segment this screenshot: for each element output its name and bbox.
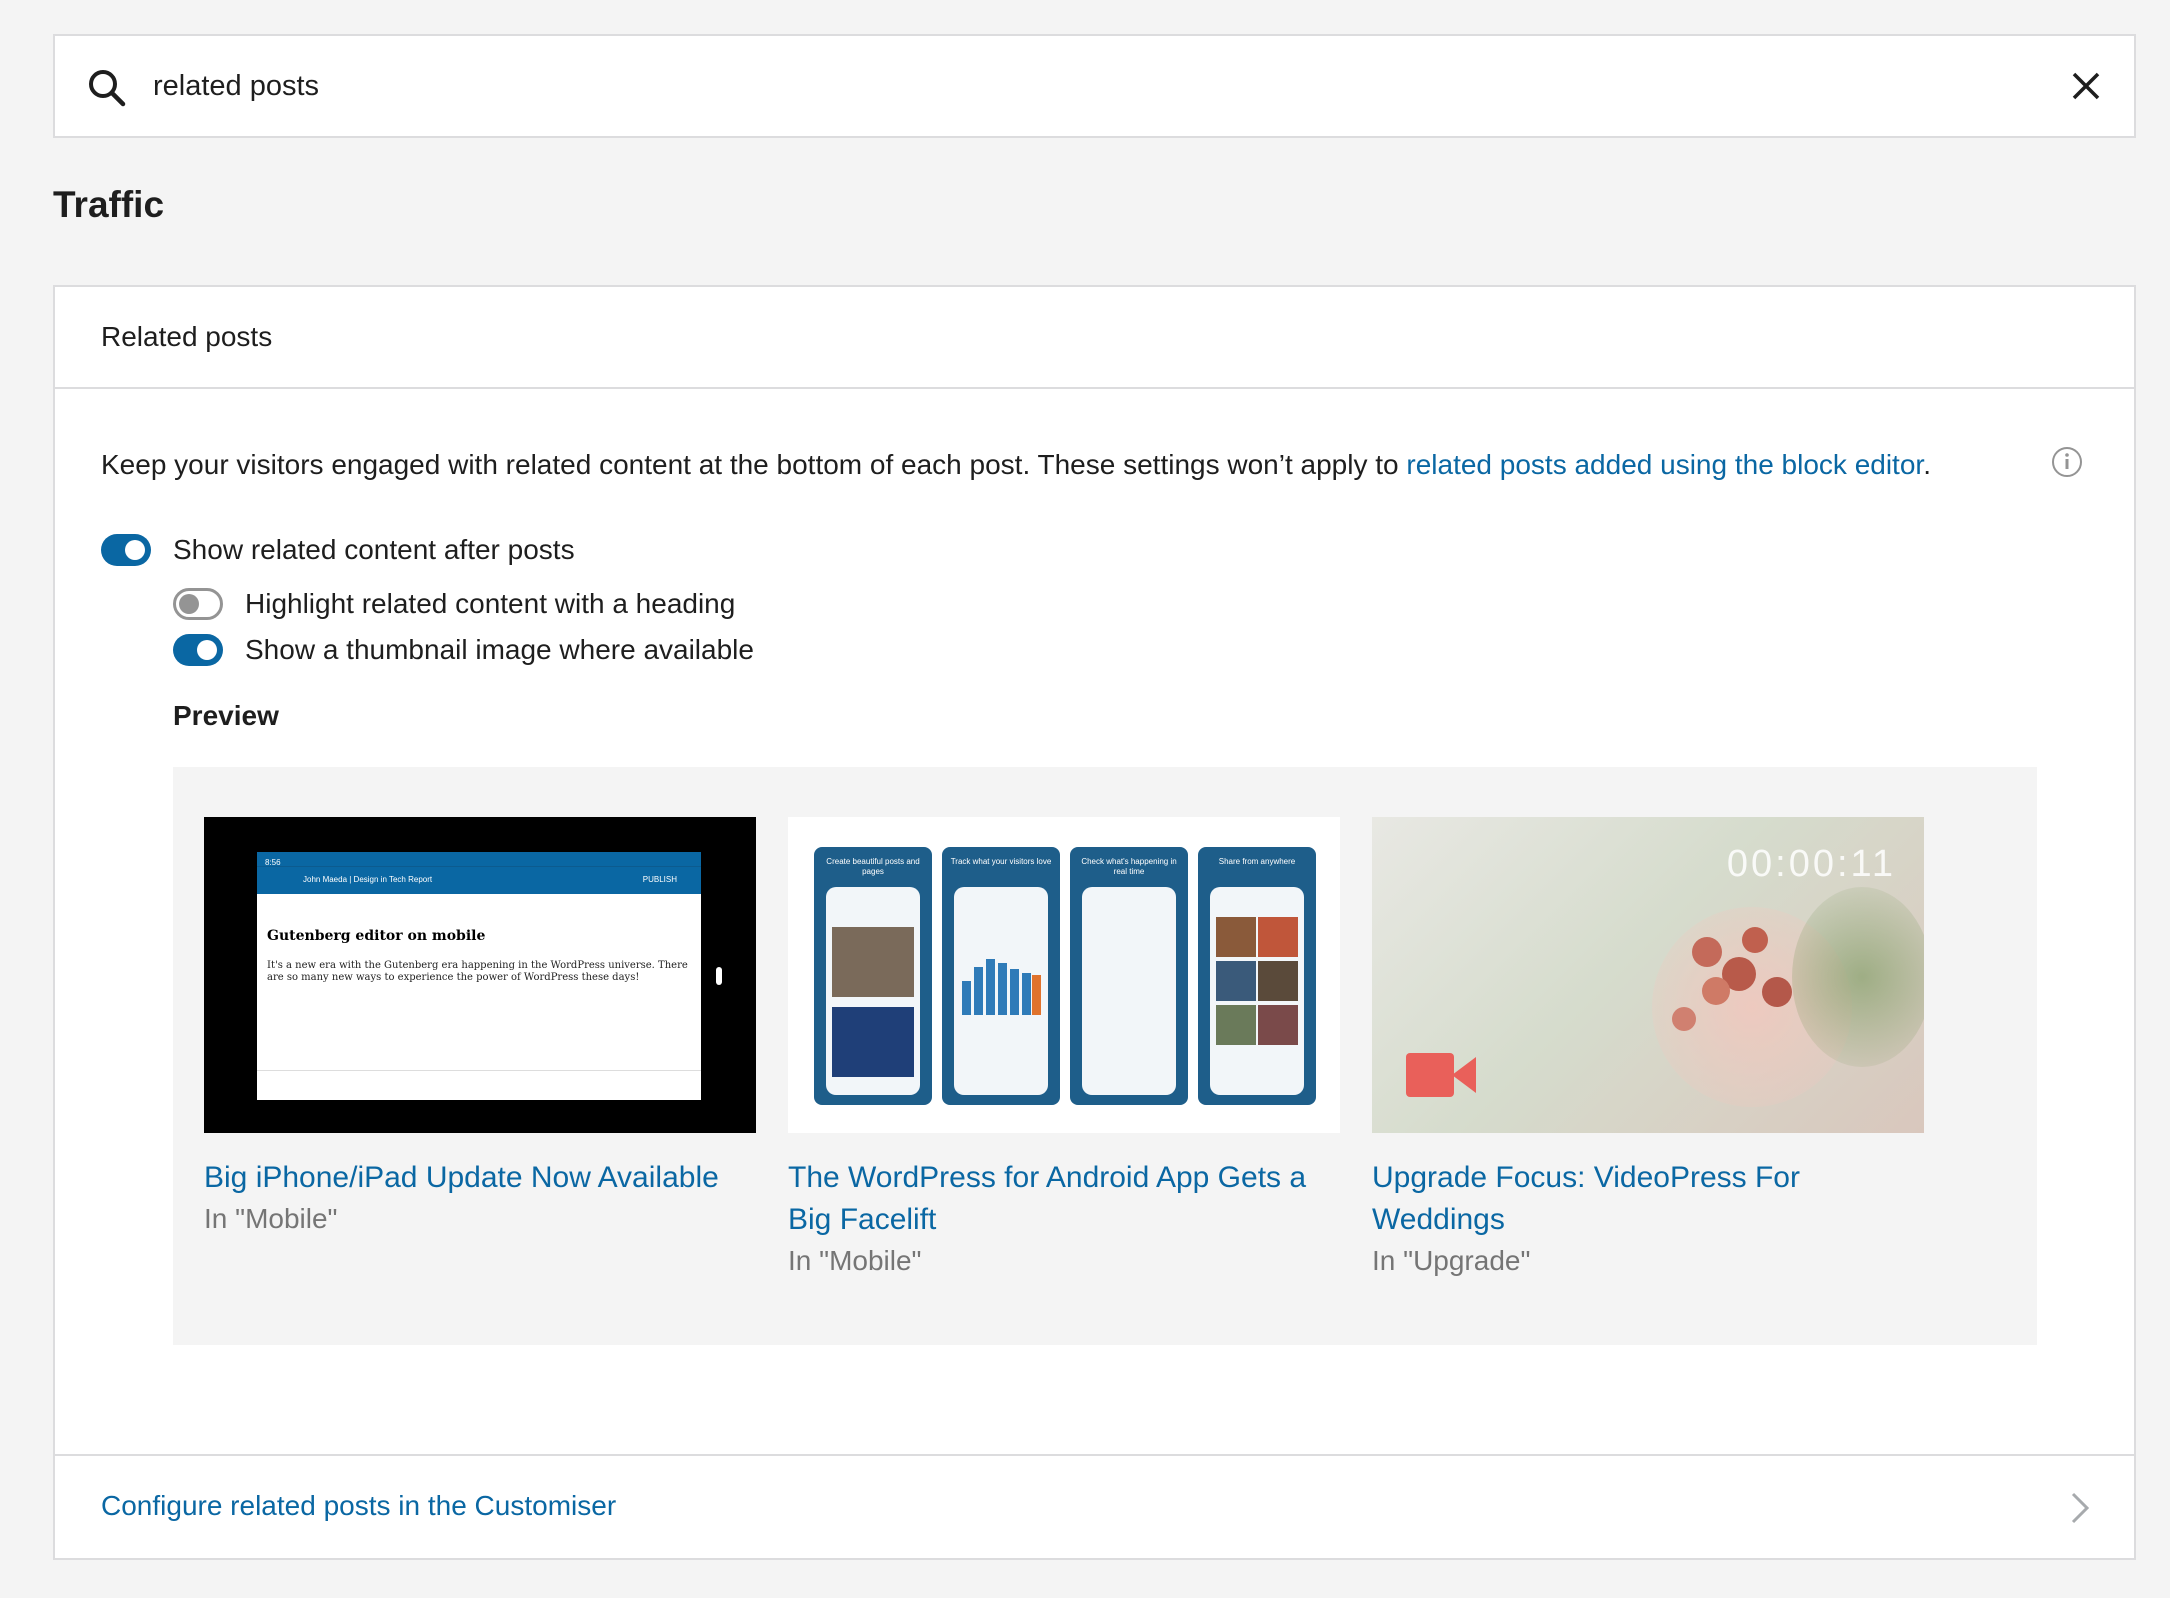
related-posts-card: Related posts Keep your visitors engaged… — [53, 285, 2136, 1560]
app-screen-2: Track what your visitors love — [942, 847, 1060, 1105]
preview-label: Preview — [173, 700, 279, 731]
description-text: Keep your visitors engaged with related … — [101, 449, 1407, 480]
show-related-toggle[interactable] — [101, 534, 151, 566]
search-bar — [53, 34, 2136, 138]
app-caption: Track what your visitors love — [950, 857, 1052, 866]
phone-screenshot: 8:56 John Maeda | Design in Tech Report … — [257, 852, 701, 1100]
card-header: Related posts — [55, 287, 2134, 389]
post-thumbnail[interactable]: 00:00:11 — [1372, 817, 1924, 1133]
card-footer[interactable]: Configure related posts in the Customise… — [55, 1454, 2134, 1558]
post-thumbnail[interactable]: Create beautiful posts and pages Track w… — [788, 817, 1340, 1133]
app-screen-4: Share from anywhere — [1198, 847, 1316, 1105]
configure-customiser-link[interactable]: Configure related posts in the Customise… — [101, 1490, 616, 1522]
section-title: Traffic — [53, 184, 165, 225]
close-icon[interactable] — [2066, 66, 2106, 106]
phone-body: It's a new era with the Gutenberg era ha… — [267, 960, 688, 983]
card-title: Related posts — [101, 321, 273, 352]
post-title[interactable]: The WordPress for Android App Gets a Big… — [788, 1157, 1340, 1241]
preview-box: 8:56 John Maeda | Design in Tech Report … — [173, 767, 2037, 1345]
related-post-2: Create beautiful posts and pages Track w… — [788, 817, 1340, 1281]
video-timer: 00:00:11 — [1726, 843, 1896, 885]
related-post-3: 00:00:11 Upgrade Focus: VideoPress For W… — [1372, 817, 1924, 1281]
toggle-label: Highlight related content with a heading — [245, 588, 736, 619]
post-category: In "Mobile" — [204, 1203, 338, 1234]
toggle-label: Show a thumbnail image where available — [245, 634, 754, 665]
phone-app-bar: John Maeda | Design in Tech Report PUBLI… — [257, 866, 701, 894]
phone-toolbar — [257, 1070, 701, 1100]
toggle-row-highlight-heading: Highlight related content with a heading — [173, 588, 735, 620]
post-category: In "Mobile" — [788, 1245, 922, 1276]
description-end: . — [1923, 449, 1931, 480]
search-icon[interactable] — [85, 66, 129, 110]
search-input[interactable] — [153, 56, 2003, 116]
info-icon[interactable] — [2050, 445, 2084, 479]
phone-heading: Gutenberg editor on mobile — [267, 928, 486, 944]
post-title[interactable]: Upgrade Focus: VideoPress For Weddings — [1372, 1157, 1924, 1241]
app-screen-1: Create beautiful posts and pages — [814, 847, 932, 1105]
toggle-row-show-related: Show related content after posts — [101, 534, 575, 566]
related-post-1: 8:56 John Maeda | Design in Tech Report … — [204, 817, 756, 1239]
description: Keep your visitors engaged with related … — [101, 447, 2091, 483]
app-caption: Check what's happening in real time — [1081, 857, 1177, 876]
post-category: In "Upgrade" — [1372, 1245, 1531, 1276]
highlight-heading-toggle[interactable] — [173, 588, 223, 620]
block-editor-link[interactable]: related posts added using the block edit… — [1406, 449, 1923, 480]
phone-scroll-handle — [716, 967, 722, 985]
phone-status-bar: 8:56 — [257, 852, 701, 867]
phone-bar-title: John Maeda | Design in Tech Report — [303, 875, 433, 884]
app-caption: Share from anywhere — [1218, 857, 1296, 866]
toggle-row-thumbnail: Show a thumbnail image where available — [173, 634, 754, 666]
app-caption: Create beautiful posts and pages — [826, 857, 920, 876]
toggle-label: Show related content after posts — [173, 534, 575, 565]
thumbnail-toggle[interactable] — [173, 634, 223, 666]
post-thumbnail[interactable]: 8:56 John Maeda | Design in Tech Report … — [204, 817, 756, 1133]
post-title[interactable]: Big iPhone/iPad Update Now Available — [204, 1157, 756, 1199]
phone-bar-action: PUBLISH — [642, 875, 677, 884]
chevron-right-icon[interactable] — [2068, 1490, 2092, 1526]
app-screen-3: Check what's happening in real time — [1070, 847, 1188, 1105]
